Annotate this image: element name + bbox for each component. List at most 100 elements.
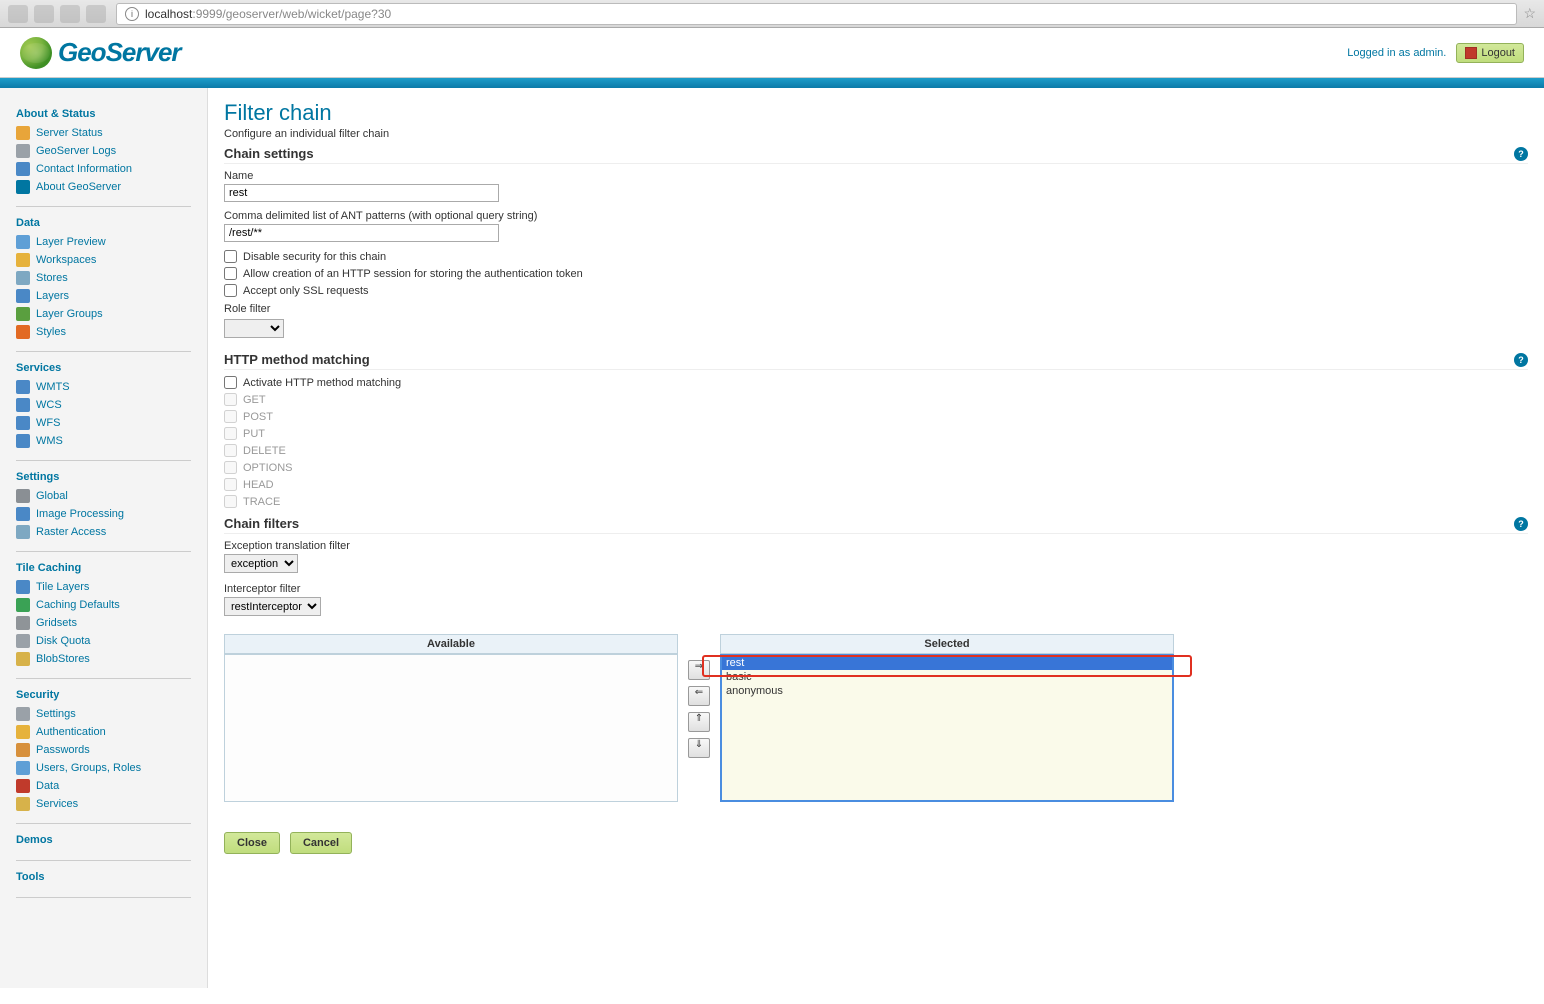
- patterns-label: Comma delimited list of ANT patterns (wi…: [224, 210, 1528, 222]
- disable-security-checkbox[interactable]: [224, 250, 237, 263]
- nav-item-styles[interactable]: Styles: [16, 323, 191, 341]
- nav-item-settings[interactable]: Settings: [16, 705, 191, 723]
- nav-header-tools[interactable]: Tools: [16, 861, 191, 887]
- page-description: Configure an individual filter chain: [224, 128, 1528, 140]
- role-filter-select[interactable]: [224, 319, 284, 338]
- nav-item-about-geoserver[interactable]: About GeoServer: [16, 178, 191, 196]
- nav-icon: [16, 434, 30, 448]
- nav-item-layer-groups[interactable]: Layer Groups: [16, 305, 191, 323]
- selected-list[interactable]: restbasicanonymous: [720, 654, 1174, 802]
- close-button[interactable]: Close: [224, 832, 280, 854]
- nav-icon: [16, 325, 30, 339]
- bookmark-star-icon[interactable]: ☆: [1523, 5, 1536, 22]
- name-input[interactable]: [224, 184, 499, 202]
- method-checkbox-get: [224, 393, 237, 406]
- available-list[interactable]: [224, 654, 678, 802]
- help-icon[interactable]: ?: [1514, 147, 1528, 161]
- nav-section-settings: SettingsGlobalImage ProcessingRaster Acc…: [0, 461, 207, 547]
- logout-button[interactable]: Logout: [1456, 43, 1524, 63]
- nav-item-blobstores[interactable]: BlobStores: [16, 650, 191, 668]
- exception-label: Exception translation filter: [224, 540, 1528, 552]
- nav-item-workspaces[interactable]: Workspaces: [16, 251, 191, 269]
- nav-item-contact-information[interactable]: Contact Information: [16, 160, 191, 178]
- help-icon[interactable]: ?: [1514, 353, 1528, 367]
- nav-label: WCS: [36, 399, 62, 411]
- nav-item-geoserver-logs[interactable]: GeoServer Logs: [16, 142, 191, 160]
- move-down-button[interactable]: ⇓: [688, 738, 710, 758]
- method-label: HEAD: [243, 479, 274, 491]
- patterns-input[interactable]: [224, 224, 499, 242]
- move-right-button[interactable]: ⇒: [688, 660, 710, 680]
- filter-palette: Available ⇒ ⇐ ⇑ ⇓ Selected restbasicanon…: [224, 634, 1174, 802]
- nav-label: Layer Groups: [36, 308, 103, 320]
- nav-item-gridsets[interactable]: Gridsets: [16, 614, 191, 632]
- nav-buttons: [8, 5, 106, 23]
- nav-icon: [16, 616, 30, 630]
- nav-section-data: DataLayer Preview Workspaces StoresLayers L…: [0, 207, 207, 347]
- interceptor-select[interactable]: restInterceptor: [224, 597, 321, 616]
- move-up-button[interactable]: ⇑: [688, 712, 710, 732]
- nav-item-layer-preview[interactable]: Layer Preview: [16, 233, 191, 251]
- nav-item-wms[interactable]: WMS: [16, 432, 191, 450]
- method-checkbox-put: [224, 427, 237, 440]
- accept-ssl-checkbox[interactable]: [224, 284, 237, 297]
- nav-label: Gridsets: [36, 617, 77, 629]
- nav-item-users-groups-roles[interactable]: Users, Groups, Roles: [16, 759, 191, 777]
- nav-icon: [16, 725, 30, 739]
- nav-header-security: Security: [16, 679, 191, 705]
- nav-item-wcs[interactable]: WCS: [16, 396, 191, 414]
- selected-item-rest[interactable]: rest: [722, 656, 1172, 670]
- selected-item-anonymous[interactable]: anonymous: [722, 684, 1172, 698]
- logo-text: GeoServer: [58, 37, 181, 68]
- logo[interactable]: GeoServer: [20, 37, 181, 69]
- nav-item-image-processing[interactable]: Image Processing: [16, 505, 191, 523]
- nav-label: BlobStores: [36, 653, 90, 665]
- method-checkbox-delete: [224, 444, 237, 457]
- nav-header-data: Data: [16, 207, 191, 233]
- nav-item-authentication[interactable]: Authentication: [16, 723, 191, 741]
- nav-item-wmts[interactable]: WMTS: [16, 378, 191, 396]
- nav-label: Raster Access: [36, 526, 106, 538]
- nav-label: Global: [36, 490, 68, 502]
- nav-item-layers[interactable]: Layers: [16, 287, 191, 305]
- nav-icon: [16, 580, 30, 594]
- nav-item-wfs[interactable]: WFS: [16, 414, 191, 432]
- reload-button[interactable]: [60, 5, 80, 23]
- selected-item-basic[interactable]: basic: [722, 670, 1172, 684]
- sidebar: About & StatusServer StatusGeoServer Log…: [0, 88, 208, 988]
- logout-icon: [1465, 47, 1477, 59]
- nav-item-services[interactable]: Services: [16, 795, 191, 813]
- nav-header-demos[interactable]: Demos: [16, 824, 191, 850]
- forward-button[interactable]: [34, 5, 54, 23]
- back-button[interactable]: [8, 5, 28, 23]
- nav-item-data[interactable]: Data: [16, 777, 191, 795]
- nav-item-tile-layers[interactable]: Tile Layers: [16, 578, 191, 596]
- nav-label: Workspaces: [36, 254, 96, 266]
- home-button[interactable]: [86, 5, 106, 23]
- exception-select[interactable]: exception: [224, 554, 298, 573]
- activate-http-checkbox[interactable]: [224, 376, 237, 389]
- nav-item-passwords[interactable]: Passwords: [16, 741, 191, 759]
- nav-section-demos: Demos: [0, 824, 207, 856]
- nav-label: Image Processing: [36, 508, 124, 520]
- nav-item-stores[interactable]: Stores: [16, 269, 191, 287]
- url-path: /geoserver/web/wicket/page?30: [222, 7, 391, 21]
- http-method-header: HTTP method matching ?: [224, 348, 1528, 370]
- nav-item-caching-defaults[interactable]: Caching Defaults: [16, 596, 191, 614]
- nav-icon: [16, 180, 30, 194]
- allow-session-checkbox[interactable]: [224, 267, 237, 280]
- nav-section-tile: Tile CachingTile LayersCaching DefaultsG…: [0, 552, 207, 674]
- move-left-button[interactable]: ⇐: [688, 686, 710, 706]
- nav-item-raster-access[interactable]: Raster Access: [16, 523, 191, 541]
- chain-settings-header: Chain settings ?: [224, 142, 1528, 164]
- nav-item-server-status[interactable]: Server Status: [16, 124, 191, 142]
- nav-label: Disk Quota: [36, 635, 90, 647]
- cancel-button[interactable]: Cancel: [290, 832, 352, 854]
- url-bar[interactable]: i localhost:9999/geoserver/web/wicket/pa…: [116, 3, 1517, 25]
- header: GeoServer Logged in as admin. Logout: [0, 28, 1544, 78]
- help-icon[interactable]: ?: [1514, 517, 1528, 531]
- nav-item-global[interactable]: Global: [16, 487, 191, 505]
- nav-item-disk-quota[interactable]: Disk Quota: [16, 632, 191, 650]
- nav-header-services: Services: [16, 352, 191, 378]
- method-row-post: POST: [224, 410, 1528, 423]
